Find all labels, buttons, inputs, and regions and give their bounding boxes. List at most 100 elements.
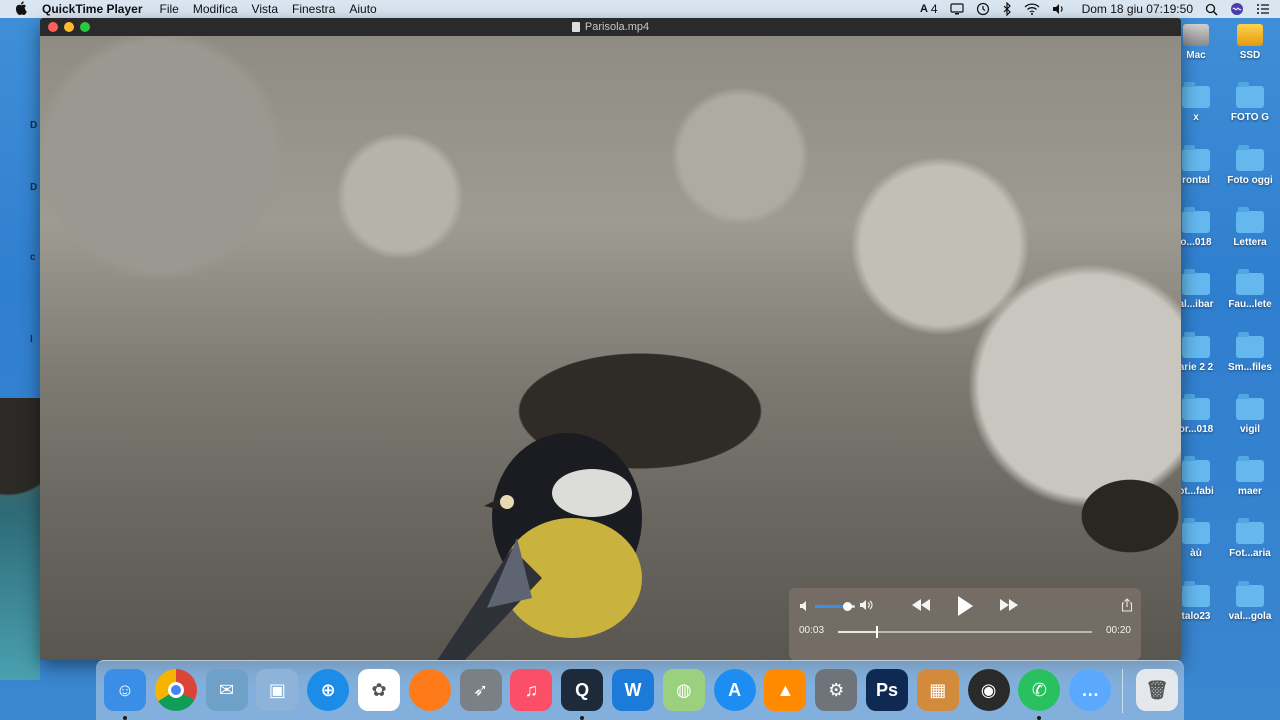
photo-browser-icon[interactable]: ▣ (256, 669, 299, 711)
volume-slider[interactable] (815, 602, 855, 611)
menu-help[interactable]: Aiuto (349, 2, 376, 16)
scrubber-progress (838, 631, 877, 633)
photoshop-icon[interactable]: Ps (866, 669, 908, 711)
desktop-left-edge: D D c I (0, 18, 40, 680)
desktop-item[interactable]: Fot...aria (1220, 518, 1280, 560)
wifi-icon[interactable] (1024, 3, 1040, 15)
keyboard-input-menu[interactable]: A 4 (920, 2, 938, 16)
word-icon[interactable]: W (612, 669, 654, 711)
volume-knob[interactable] (843, 602, 852, 611)
dock: ☺ ✉ ▣ ⊕ ✿ ➶ ♫ Q W ◍ A ▲ ⚙ Ps ▦ ◉ ✆… 🗑 (96, 660, 1184, 720)
folder-icon (1236, 82, 1264, 109)
desktop-item[interactable]: Lettera (1220, 206, 1280, 248)
siri-icon[interactable] (1230, 2, 1244, 16)
maps-icon[interactable]: ◍ (662, 669, 705, 711)
time-machine-icon[interactable] (976, 2, 990, 16)
system-preferences-icon[interactable]: ⚙ (815, 669, 858, 711)
desktop-item-label: Fau...lete (1228, 299, 1272, 311)
apple-menu-icon[interactable] (8, 0, 34, 18)
keyboard-count: 4 (930, 2, 938, 16)
window-title: Parisola.mp4 (584, 21, 650, 33)
desktop-item[interactable]: Foto oggi (1220, 144, 1280, 186)
desktop-item[interactable]: SSD (1220, 24, 1280, 61)
desktop-item-label: Sm...files (1228, 361, 1272, 373)
messages-icon[interactable]: … (1069, 669, 1112, 711)
folder-icon (1182, 518, 1210, 545)
desktop-item-label: Foto oggi (1227, 174, 1273, 186)
volume-icon[interactable] (1052, 3, 1066, 15)
calculator-icon[interactable]: ▦ (916, 669, 959, 711)
folder-icon (1182, 331, 1210, 358)
app-menu-quicktime[interactable]: QuickTime Player (42, 2, 143, 16)
folder-icon (1182, 144, 1210, 171)
menu-view[interactable]: Vista (252, 2, 278, 16)
menu-file[interactable]: File (160, 2, 179, 16)
fast-forward-button[interactable] (998, 598, 1020, 617)
desktop-item[interactable]: Fau...lete (1220, 269, 1280, 311)
playback-controls: 00:03 00:20 (789, 588, 1141, 660)
folder-icon (1236, 580, 1264, 607)
desktop-item[interactable]: maer (1220, 456, 1280, 497)
desktop-item-label: vigil (1239, 423, 1260, 435)
folder-icon (1182, 393, 1210, 420)
playhead[interactable] (876, 626, 879, 638)
menu-window[interactable]: Finestra (292, 2, 335, 16)
quicktime-window[interactable]: Parisola.mp4 00:03 00:20 (40, 18, 1181, 660)
share-icon[interactable] (1121, 598, 1133, 617)
fullscreen-button[interactable] (80, 22, 90, 32)
window-titlebar[interactable]: Parisola.mp4 (40, 18, 1181, 36)
folder-icon (1236, 269, 1264, 296)
desktop-icons: Mac SSD x FOTO Grontal Foto oggi o...018 Lette… (1178, 18, 1280, 658)
music-icon[interactable]: ♫ (510, 669, 553, 711)
close-button[interactable] (48, 22, 58, 32)
folder-icon (1182, 82, 1210, 109)
text-input-icon: A (919, 3, 928, 15)
background-photo-window[interactable] (0, 398, 40, 680)
running-indicator (1037, 716, 1042, 720)
menubar-clock[interactable]: Dom 18 giu 07:19:50 (1082, 2, 1193, 16)
desktop-item-label: FOTO G (1230, 112, 1270, 124)
desktop-item[interactable]: vigil (1220, 393, 1280, 435)
desktop-item[interactable]: FOTO G (1220, 82, 1280, 124)
folder-icon (1182, 206, 1210, 233)
firefox-icon[interactable] (408, 669, 451, 711)
folder-icon (1236, 144, 1264, 171)
minimize-button[interactable] (64, 22, 74, 32)
desktop-item[interactable]: Sm...files (1220, 331, 1280, 373)
menu-edit[interactable]: Modifica (193, 2, 238, 16)
finder-icon[interactable]: ☺ (104, 669, 146, 711)
play-button[interactable] (956, 595, 974, 622)
elapsed-time: 00:03 (799, 625, 825, 636)
notification-center-icon[interactable] (1256, 3, 1270, 15)
desktop-item[interactable]: val...gola (1220, 580, 1280, 622)
bird-image (437, 433, 642, 660)
safari-icon[interactable]: ⊕ (307, 669, 350, 711)
whatsapp-icon[interactable]: ✆ (1018, 669, 1061, 711)
preview-icon[interactable]: ✉ (205, 669, 248, 711)
trash-icon[interactable]: 🗑 (1136, 669, 1178, 711)
movie-document-icon (571, 22, 580, 32)
photos-icon[interactable]: ✿ (358, 669, 400, 711)
desktop-item-label: Fot...aria (1229, 548, 1271, 560)
window-controls (48, 22, 90, 32)
rewind-button[interactable] (910, 598, 932, 617)
folder-icon (1182, 456, 1210, 483)
app-store-icon[interactable]: A (713, 669, 756, 711)
running-indicator (580, 716, 585, 720)
vlc-icon[interactable]: ▲ (764, 669, 807, 711)
chrome-icon[interactable] (154, 669, 197, 711)
spotlight-search-icon[interactable] (1205, 3, 1218, 16)
quicktime-icon[interactable]: Q (561, 669, 604, 711)
display-icon[interactable] (949, 3, 964, 15)
folder-icon (1236, 456, 1264, 483)
folder-icon (1236, 518, 1264, 545)
dock-separator (1122, 669, 1123, 713)
photo-booth-icon[interactable]: ◉ (967, 669, 1010, 711)
running-indicator (123, 716, 127, 720)
bluetooth-icon[interactable] (1002, 2, 1012, 16)
video-frame[interactable] (40, 36, 1181, 660)
scrubber-bar[interactable] (838, 626, 1092, 638)
launchpad-icon[interactable]: ➶ (459, 669, 502, 711)
menubar: QuickTime Player File Modifica Vista Fin… (0, 0, 1280, 18)
ssd-drive-icon (1237, 24, 1263, 46)
